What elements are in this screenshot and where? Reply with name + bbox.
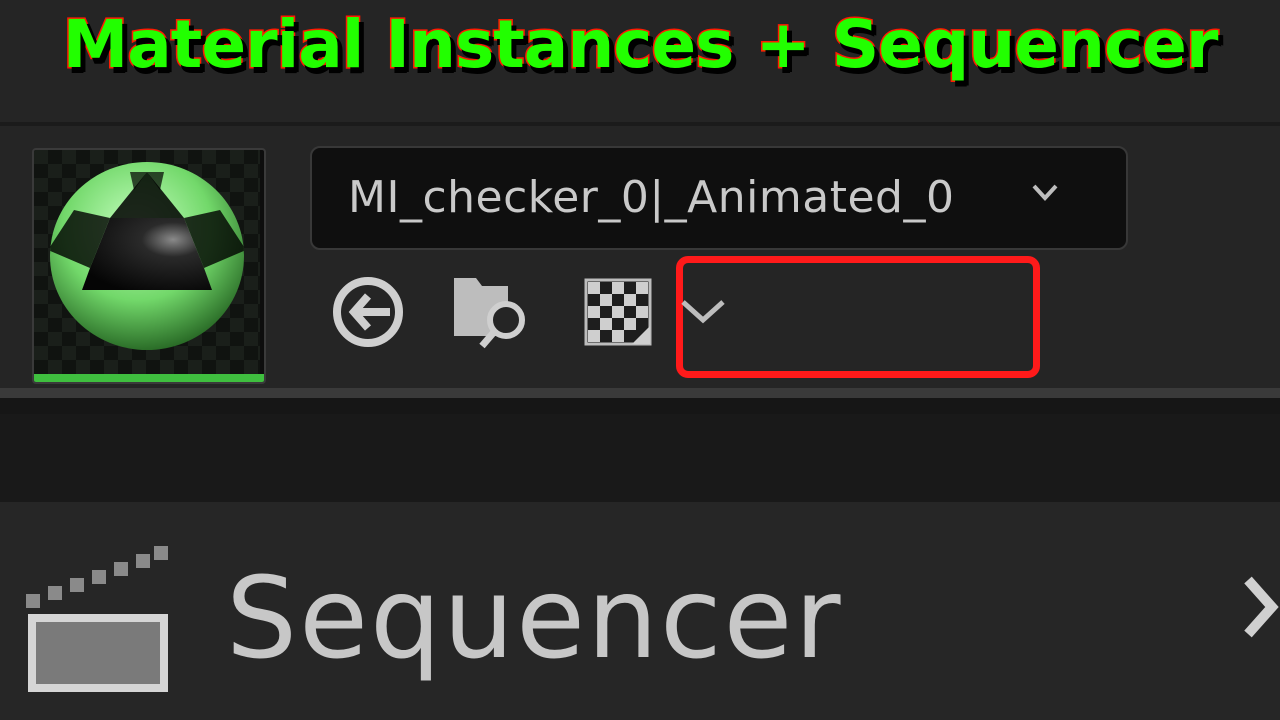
checker-texture-icon: [584, 278, 652, 346]
panel-gap: [0, 414, 1280, 502]
browse-folder-icon: [454, 278, 525, 349]
use-selected-arrow-icon: [333, 277, 403, 347]
texture-options-dropdown[interactable]: [678, 272, 758, 352]
chevron-down-icon: [681, 300, 725, 324]
use-selected-button[interactable]: [328, 272, 408, 352]
browse-to-asset-button[interactable]: [450, 272, 530, 352]
panel-separator: [0, 388, 1280, 414]
combo-dropdown-icon[interactable]: [1028, 176, 1062, 206]
material-sphere-thumbnail: [34, 150, 260, 378]
asset-picker-panel: MI_checker_0|_Animated_0: [0, 126, 1280, 388]
sequencer-label: Sequencer: [226, 554, 843, 684]
chevron-right-icon[interactable]: [1238, 562, 1280, 652]
combo-value: MI_checker_0|_Animated_0: [348, 172, 955, 223]
material-instance-combo[interactable]: MI_checker_0|_Animated_0: [310, 146, 1128, 250]
asset-type-bar: [34, 374, 264, 382]
sequencer-tab[interactable]: Sequencer: [0, 502, 1280, 720]
banner-title: Material Instances + Sequencer: [61, 5, 1220, 85]
clapperboard-icon: [26, 546, 168, 692]
material-thumbnail[interactable]: [32, 148, 266, 384]
title-banner: Material Instances + Sequencer: [0, 0, 1280, 126]
texture-options-button[interactable]: [584, 272, 664, 352]
